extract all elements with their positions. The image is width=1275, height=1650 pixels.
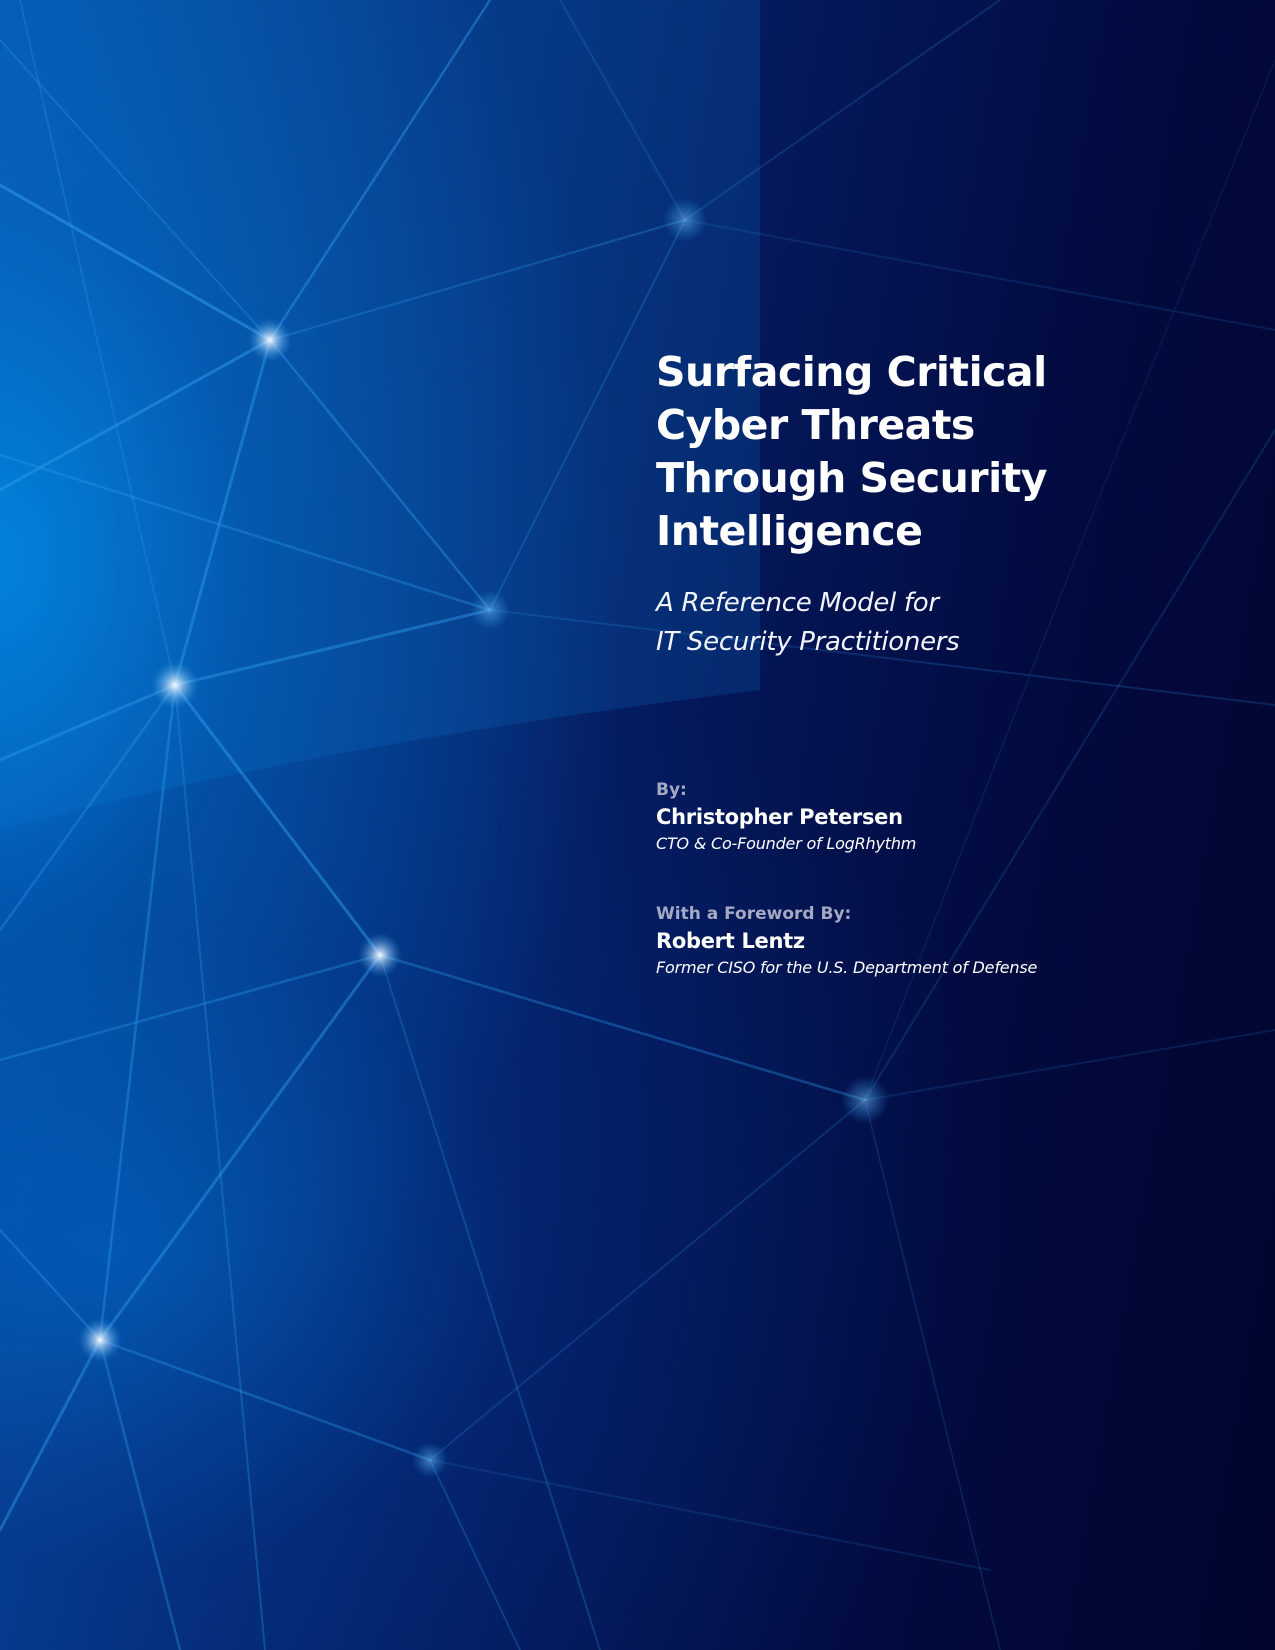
title-line: Surfacing Critical [656, 348, 1047, 396]
title-line: Through Security [656, 454, 1047, 502]
foreword-label: With a Foreword By: [656, 904, 852, 924]
author-byline: By: Christopher Petersen CTO & Co-Founde… [656, 778, 1216, 856]
author-role: CTO & Co-Founder of LogRhythm [656, 834, 917, 853]
foreword-byline: With a Foreword By: Robert Lentz Former … [656, 902, 1216, 980]
subtitle-line: IT Security Practitioners [656, 627, 960, 657]
author-name: Christopher Petersen [656, 805, 903, 829]
document-title: Surfacing Critical Cyber Threats Through… [656, 346, 1216, 558]
document-subtitle: A Reference Model for IT Security Practi… [656, 584, 1216, 662]
cover-text-block: Surfacing Critical Cyber Threats Through… [656, 346, 1216, 980]
title-line: Cyber Threats [656, 401, 975, 449]
foreword-author-name: Robert Lentz [656, 929, 805, 953]
title-line: Intelligence [656, 507, 923, 555]
foreword-author-role: Former CISO for the U.S. Department of D… [656, 958, 1038, 977]
author-label: By: [656, 780, 687, 800]
cover-page: Surfacing Critical Cyber Threats Through… [0, 0, 1275, 1650]
subtitle-line: A Reference Model for [656, 588, 939, 618]
